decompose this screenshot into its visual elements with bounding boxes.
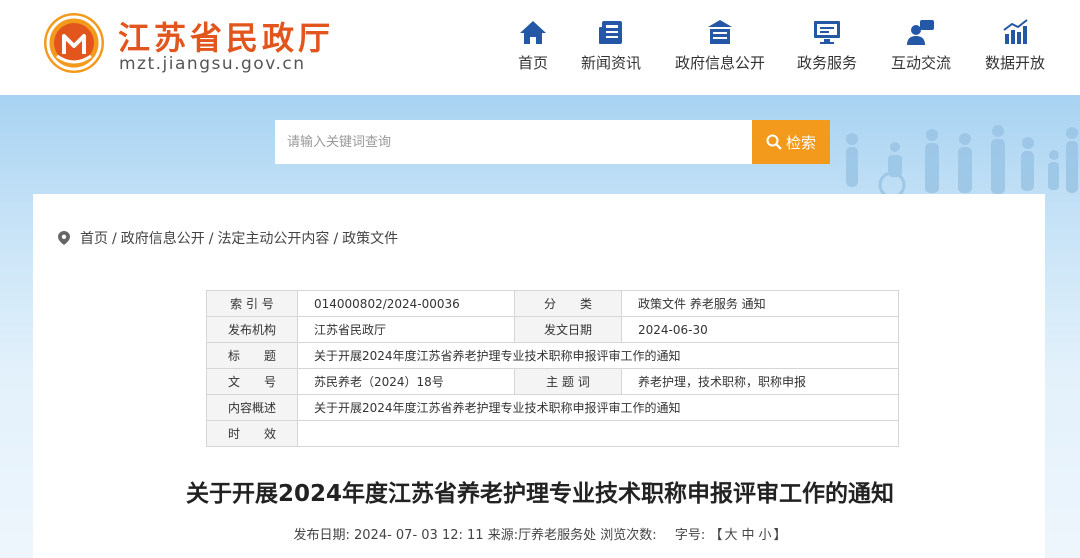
docno-value: 苏民养老（2024）18号 xyxy=(297,368,515,395)
source-value: 厅养老服务处 xyxy=(518,528,597,543)
meta-row: 发布机构 江苏省民政厅 发文日期 2024-06-30 xyxy=(206,316,899,343)
pub-date-label: 发布日期: xyxy=(293,528,350,543)
category-label: 分 类 xyxy=(514,290,622,317)
meta-row: 文 号 苏民养老（2024）18号 主 题 词 养老护理，技术职称，职称申报 xyxy=(206,368,899,395)
search-input[interactable] xyxy=(275,120,752,164)
summary-value: 关于开展2024年度江苏省养老护理专业技术职称申报评审工作的通知 xyxy=(297,394,899,421)
breadcrumb-separator: / xyxy=(208,231,214,247)
fontsize-bracket-open: 【 xyxy=(709,528,723,543)
building-icon xyxy=(708,20,732,44)
publisher-label: 发布机构 xyxy=(206,316,298,343)
breadcrumb-separator: / xyxy=(333,231,339,247)
monitor-icon xyxy=(814,21,840,44)
fontsize-medium-button[interactable]: 中 xyxy=(741,528,754,543)
date-label: 发文日期 xyxy=(514,316,622,343)
nav-label: 政务服务 xyxy=(796,54,857,72)
search-icon xyxy=(766,134,782,150)
breadcrumb-gov-info[interactable]: 政府信息公开 xyxy=(121,231,205,247)
index-value: 014000802/2024-00036 xyxy=(297,290,515,317)
document-info-bar: 发布日期: 2024- 07- 03 12: 11 来源:厅养老服务处 浏览次数… xyxy=(0,524,1080,543)
index-label: 索 引 号 xyxy=(206,290,298,317)
home-icon xyxy=(520,21,546,44)
document-title: 关于开展2024年度江苏省养老护理专业技术职称申报评审工作的通知 xyxy=(185,481,894,507)
meta-row: 时 效 xyxy=(206,420,899,447)
fontsize-label: 字号: xyxy=(674,528,706,543)
fontsize-small-button[interactable]: 小 xyxy=(758,528,771,543)
title-value: 关于开展2024年度江苏省养老护理专业技术职称申报评审工作的通知 xyxy=(297,342,899,369)
civil-affairs-logo[interactable] xyxy=(43,12,105,74)
pub-date-value: 2024- 07- 03 12: 11 xyxy=(354,528,484,543)
breadcrumb-statutory[interactable]: 法定主动公开内容 xyxy=(217,231,329,247)
search-button-label: 检索 xyxy=(785,133,816,152)
source-label: 来源: xyxy=(487,528,519,543)
meta-row: 索 引 号 014000802/2024-00036 分 类 政策文件 养老服务… xyxy=(206,290,899,317)
site-domain: mzt.jiangsu.gov.cn xyxy=(119,54,306,74)
nav-label: 数据开放 xyxy=(984,54,1045,72)
nav-label: 政府信息公开 xyxy=(674,54,765,72)
meta-row: 内容概述 关于开展2024年度江苏省养老护理专业技术职称申报评审工作的通知 xyxy=(206,394,899,421)
location-pin-icon xyxy=(58,231,70,245)
site-title[interactable]: 江苏省民政厅 xyxy=(118,13,334,59)
chat-user-icon xyxy=(907,20,934,45)
meta-row: 标 题 关于开展2024年度江苏省养老护理专业技术职称申报评审工作的通知 xyxy=(206,342,899,369)
validity-label: 时 效 xyxy=(206,420,298,447)
title-label: 标 题 xyxy=(206,342,298,369)
keywords-label: 主 题 词 xyxy=(514,368,622,395)
publisher-value: 江苏省民政厅 xyxy=(297,316,515,343)
document-meta-table: 索 引 号 014000802/2024-00036 分 类 政策文件 养老服务… xyxy=(206,290,899,447)
nav-home[interactable]: 首页 xyxy=(513,18,553,78)
nav-gov-info[interactable]: 政府信息公开 xyxy=(672,18,768,78)
nav-open-data[interactable]: 数据开放 xyxy=(983,18,1047,78)
search-button[interactable]: 检索 xyxy=(752,120,830,164)
breadcrumb-policy-docs[interactable]: 政策文件 xyxy=(342,231,398,247)
breadcrumb-home[interactable]: 首页 xyxy=(80,231,108,247)
nav-label: 首页 xyxy=(517,54,548,72)
nav-gov-service[interactable]: 政务服务 xyxy=(795,18,859,78)
site-header: 江苏省民政厅 mzt.jiangsu.gov.cn 首页 新闻资讯 政府信息公开 xyxy=(0,0,1080,95)
bar-chart-icon xyxy=(1003,19,1028,44)
nav-interaction[interactable]: 互动交流 xyxy=(889,18,953,78)
category-value: 政策文件 养老服务 通知 xyxy=(621,290,899,317)
nav-news[interactable]: 新闻资讯 xyxy=(579,18,643,78)
breadcrumb-separator: / xyxy=(112,231,117,247)
docno-label: 文 号 xyxy=(206,368,298,395)
keywords-value: 养老护理，技术职称，职称申报 xyxy=(621,368,899,395)
views-label: 浏览次数: xyxy=(600,528,657,543)
nav-label: 新闻资讯 xyxy=(580,54,641,72)
validity-value xyxy=(297,420,899,447)
date-value: 2024-06-30 xyxy=(621,316,899,343)
nav-label: 互动交流 xyxy=(890,54,951,72)
fontsize-large-button[interactable]: 大 xyxy=(724,528,737,543)
summary-label: 内容概述 xyxy=(206,394,298,421)
news-icon xyxy=(599,21,622,44)
people-silhouette-decoration xyxy=(846,125,1078,199)
breadcrumb: 首页 / 政府信息公开 / 法定主动公开内容 / 政策文件 xyxy=(58,228,398,248)
fontsize-bracket-close: 】 xyxy=(773,528,787,543)
